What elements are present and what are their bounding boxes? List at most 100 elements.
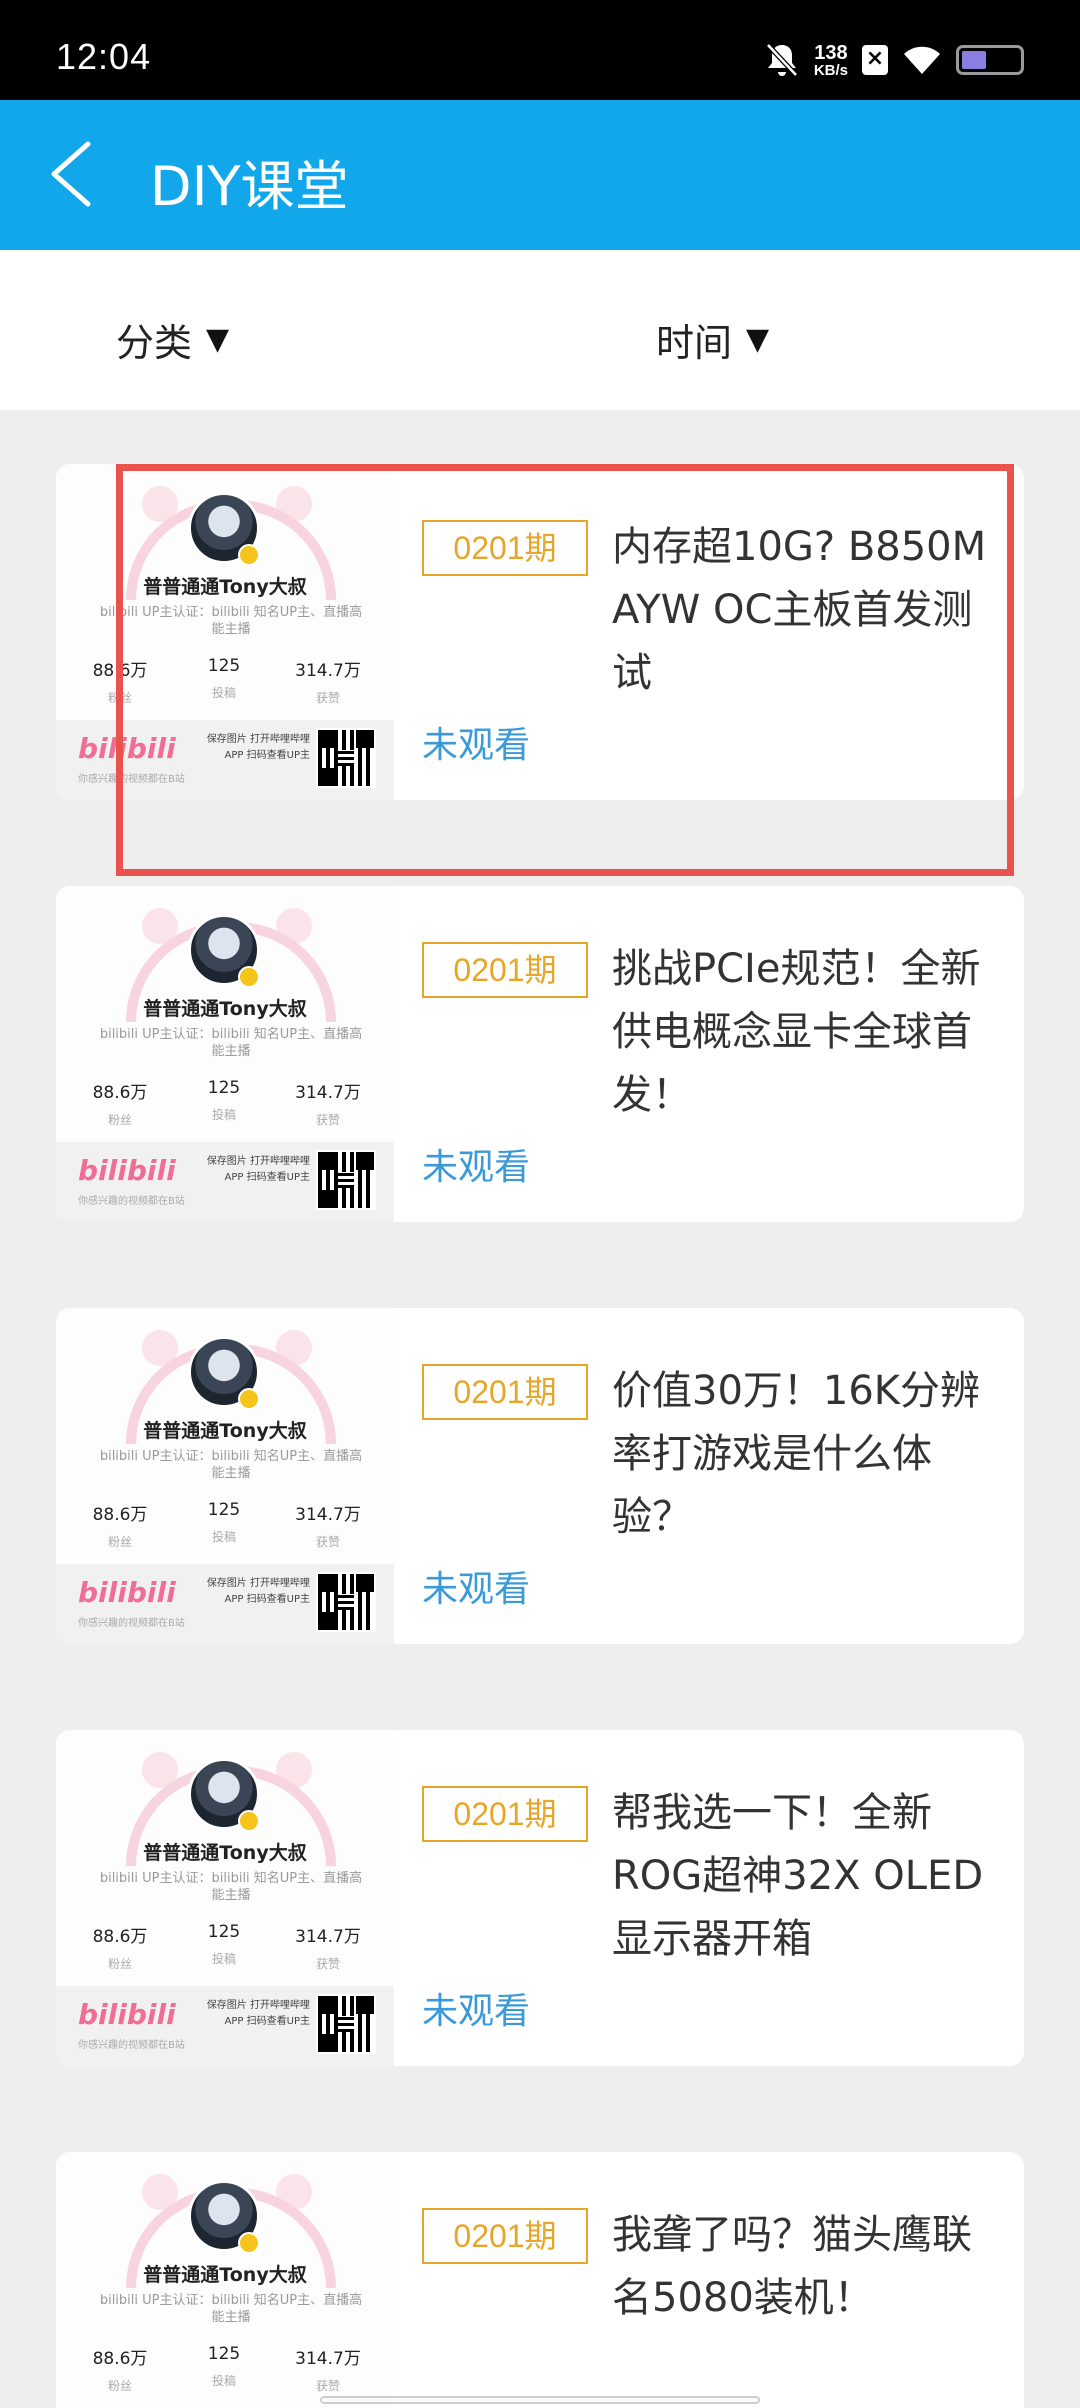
stat-followers: 88.6万 粉丝	[80, 1078, 160, 1128]
video-title: 我聋了吗？猫头鹰联名5080装机！	[612, 2212, 972, 2321]
stat-label: 获赞	[315, 1113, 340, 1127]
stat-label: 粉丝	[107, 1957, 132, 1971]
uploader-cert: bilibili UP主认证：bilibili 知名UP主、直播高能主播	[99, 2293, 363, 2325]
watch-status: 未观看	[422, 1569, 531, 1610]
bilibili-logo: bilibili	[78, 1154, 176, 1187]
net-speed-unit: KB/s	[813, 61, 848, 79]
home-indicator	[320, 2396, 760, 2404]
time-filter[interactable]: 时间 ▼	[656, 312, 769, 367]
page-title: DIY课堂	[150, 155, 349, 218]
uploader-name: 普普通通Tony大叔	[143, 1842, 307, 1864]
status-time: 12:04	[56, 36, 152, 77]
mute-bell-icon	[765, 43, 798, 77]
uploader-name: 普普通通Tony大叔	[143, 1420, 307, 1442]
video-thumbnail: 普普通通Tony大叔 bilibili UP主认证：bilibili 知名UP主…	[56, 1730, 394, 2066]
video-thumbnail: 普普通通Tony大叔 bilibili UP主认证：bilibili 知名UP主…	[56, 2152, 394, 2408]
stat-followers: 88.6万 粉丝	[80, 2344, 160, 2394]
uploader-cert: bilibili UP主认证：bilibili 知名UP主、直播高能主播	[99, 1449, 363, 1481]
watch-status: 未观看	[422, 1991, 531, 2032]
issue-tag: 0201期	[422, 2208, 588, 2264]
watch-status: 未观看	[422, 1147, 531, 1188]
uploader-name: 普普通通Tony大叔	[143, 2264, 307, 2286]
status-bar: 12:04 138 KB/s	[0, 0, 1080, 100]
thumbnail-footer: bilibili 你感兴趣的视频都在B站 保存图片 打开哔哩哔哩APP 扫码查看…	[56, 1564, 394, 1644]
stat-label: 粉丝	[107, 1113, 132, 1127]
category-filter[interactable]: 分类 ▼	[116, 312, 229, 367]
back-arrow-icon[interactable]	[40, 136, 110, 212]
stat-value: 88.6万	[92, 2349, 148, 2369]
watch-status: 未观看	[422, 2404, 530, 2408]
video-thumbnail: 普普通通Tony大叔 bilibili UP主认证：bilibili 知名UP主…	[56, 1308, 394, 1644]
stat-likes: 314.7万 获赞	[288, 1078, 368, 1128]
video-card[interactable]: 普普通通Tony大叔 bilibili UP主认证：bilibili 知名UP主…	[56, 886, 1024, 1222]
bilibili-slogan: 你感兴趣的视频都在B站	[78, 1618, 185, 1629]
stat-label: 获赞	[315, 1957, 340, 1971]
net-speed-value: 138	[814, 41, 848, 64]
video-card[interactable]: 普普通通Tony大叔 bilibili UP主认证：bilibili 知名UP主…	[56, 2152, 1024, 2408]
verified-badge-icon	[238, 1388, 260, 1410]
stat-value: 314.7万	[295, 1083, 361, 1103]
stat-likes: 314.7万 获赞	[288, 1500, 368, 1550]
bilibili-logo: bilibili	[78, 1576, 176, 1609]
issue-tag: 0201期	[422, 942, 588, 998]
stat-label: 投稿	[211, 2374, 236, 2388]
video-title: 价值30万！16K分辨率打游戏是什么体验？	[612, 1368, 981, 1540]
qr-caption: 保存图片 打开哔哩哔哩APP 扫码查看UP主	[206, 2000, 310, 2027]
stat-label: 获赞	[315, 1535, 340, 1549]
stat-likes: 314.7万 获赞	[288, 1922, 368, 1972]
net-speed: 138 KB/s	[814, 43, 848, 78]
issue-tag: 0201期	[422, 1786, 588, 1842]
verified-badge-icon	[238, 2232, 260, 2254]
no-sim-icon	[862, 45, 888, 75]
stat-label: 粉丝	[107, 1535, 132, 1549]
stat-value: 125	[207, 1500, 241, 1520]
stat-likes: 314.7万 获赞	[288, 2344, 368, 2394]
stat-value: 125	[207, 2344, 241, 2364]
stat-value: 88.6万	[92, 1927, 148, 1947]
bilibili-slogan: 你感兴趣的视频都在B站	[78, 2040, 185, 2051]
qr-code-icon	[316, 1150, 376, 1210]
bilibili-logo: bilibili	[78, 1998, 176, 2031]
app-bar: DIY课堂	[0, 100, 1080, 250]
qr-code-icon	[316, 1572, 376, 1632]
stat-value: 125	[207, 1922, 241, 1942]
uploader-cert: bilibili UP主认证：bilibili 知名UP主、直播高能主播	[99, 1027, 363, 1059]
video-title: 挑战PCIe规范！全新供电概念显卡全球首发！	[612, 946, 981, 1118]
time-filter-label: 时间	[656, 321, 733, 365]
stat-value: 125	[207, 1078, 241, 1098]
stat-label: 投稿	[211, 1108, 236, 1122]
stat-label: 粉丝	[107, 2379, 132, 2393]
stat-posts: 125 投稿	[184, 1078, 264, 1123]
stat-label: 投稿	[211, 1530, 236, 1544]
video-title: 帮我选一下！全新ROG超神32X OLED显示器开箱	[612, 1790, 984, 1962]
video-thumbnail: 普普通通Tony大叔 bilibili UP主认证：bilibili 知名UP主…	[56, 886, 394, 1222]
dropdown-arrow-icon: ▼	[746, 322, 770, 357]
stat-value: 314.7万	[295, 2349, 361, 2369]
issue-tag: 0201期	[422, 1364, 588, 1420]
verified-badge-icon	[238, 1810, 260, 1832]
verified-badge-icon	[238, 966, 260, 988]
category-filter-label: 分类	[116, 321, 193, 365]
qr-caption: 保存图片 打开哔哩哔哩APP 扫码查看UP主	[206, 1578, 310, 1605]
uploader-cert: bilibili UP主认证：bilibili 知名UP主、直播高能主播	[99, 1871, 363, 1903]
stat-followers: 88.6万 粉丝	[80, 1500, 160, 1550]
video-card[interactable]: 普普通通Tony大叔 bilibili UP主认证：bilibili 知名UP主…	[56, 1308, 1024, 1644]
highlight-box	[116, 464, 1014, 876]
filter-bar: 分类 ▼ 时间 ▼	[0, 250, 1080, 410]
bilibili-slogan: 你感兴趣的视频都在B站	[78, 1196, 185, 1207]
thumbnail-footer: bilibili 你感兴趣的视频都在B站 保存图片 打开哔哩哔哩APP 扫码查看…	[56, 1986, 394, 2066]
stat-value: 314.7万	[295, 1927, 361, 1947]
stat-label: 获赞	[315, 2379, 340, 2393]
stat-label: 投稿	[211, 1952, 236, 1966]
stat-value: 88.6万	[92, 1083, 148, 1103]
wifi-icon	[904, 46, 940, 74]
stat-value: 88.6万	[92, 1505, 148, 1525]
stat-posts: 125 投稿	[184, 1500, 264, 1545]
battery-icon	[956, 45, 1024, 75]
status-icons: 138 KB/s	[764, 38, 1024, 82]
stat-followers: 88.6万 粉丝	[80, 1922, 160, 1972]
video-card[interactable]: 普普通通Tony大叔 bilibili UP主认证：bilibili 知名UP主…	[56, 1730, 1024, 2066]
thumbnail-footer: bilibili 你感兴趣的视频都在B站 保存图片 打开哔哩哔哩APP 扫码查看…	[56, 1142, 394, 1222]
qr-caption: 保存图片 打开哔哩哔哩APP 扫码查看UP主	[206, 1156, 310, 1183]
stat-posts: 125 投稿	[184, 2344, 264, 2389]
